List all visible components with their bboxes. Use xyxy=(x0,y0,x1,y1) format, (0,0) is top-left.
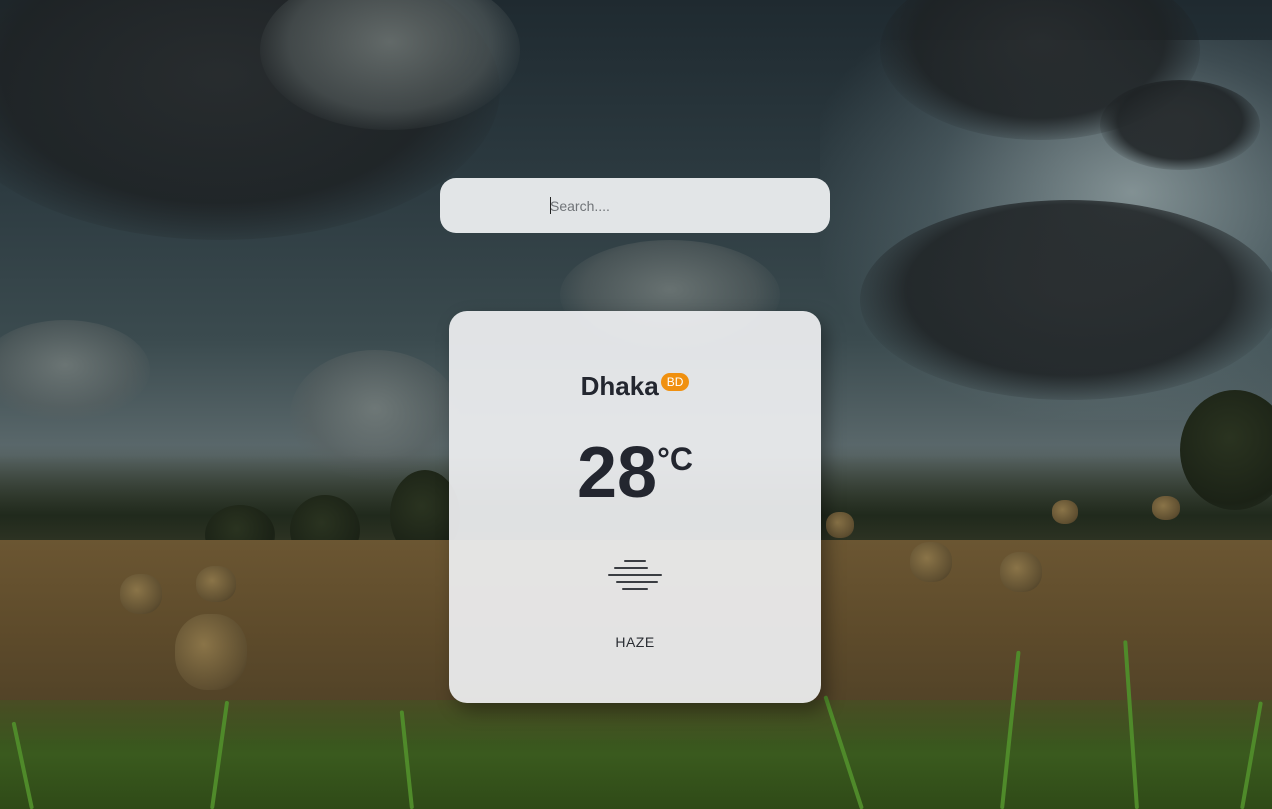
cloud xyxy=(0,320,150,420)
hay-bale xyxy=(910,542,952,582)
background-scene: DhakaBD 28°C HAZE xyxy=(0,0,1272,809)
country-badge: BD xyxy=(660,373,690,391)
weather-card: Dhaka BD 28°C HAZE xyxy=(449,311,821,703)
hay-bale xyxy=(826,512,854,538)
weather-description: HAZE xyxy=(615,634,655,650)
hay-bale xyxy=(120,574,162,614)
hay-bale xyxy=(175,614,247,690)
hay-bale xyxy=(196,566,236,602)
cloud xyxy=(860,200,1272,400)
temperature-row: 28°C xyxy=(449,437,821,509)
hay-bale xyxy=(1152,496,1180,520)
search-input[interactable] xyxy=(550,178,810,233)
text-caret xyxy=(550,197,551,214)
cloud xyxy=(1100,80,1260,170)
temperature-value: 28 xyxy=(577,433,658,513)
location-row: Dhaka BD xyxy=(449,371,821,402)
city-name: Dhaka xyxy=(580,371,659,401)
haze-icon xyxy=(607,557,663,593)
hay-bale xyxy=(1052,500,1078,524)
hay-bale xyxy=(1000,552,1042,592)
temperature-unit: °C xyxy=(657,441,693,477)
search-box[interactable] xyxy=(440,178,830,233)
grass xyxy=(0,700,1272,809)
